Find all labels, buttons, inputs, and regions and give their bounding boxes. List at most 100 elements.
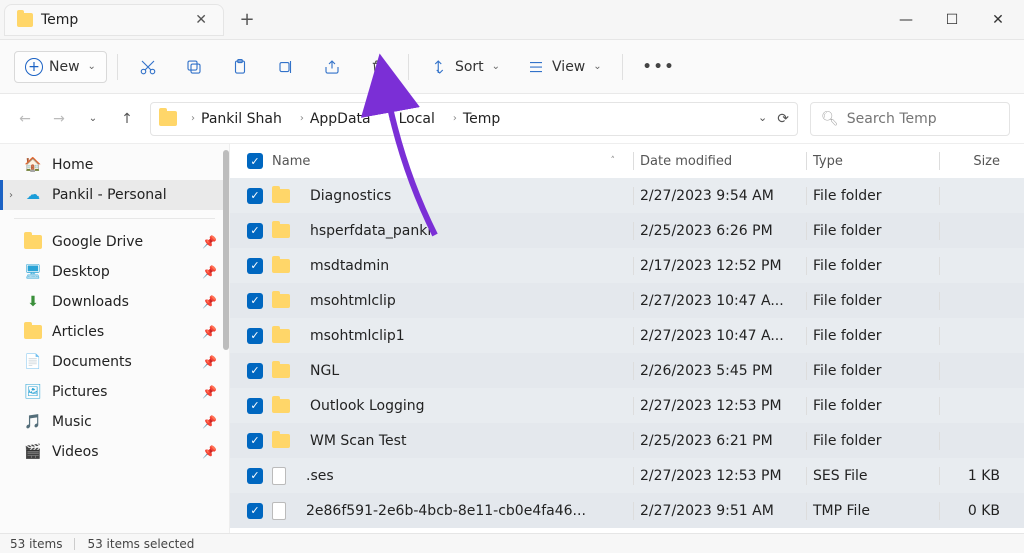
breadcrumb[interactable]: ›AppData [292,111,375,127]
minimize-button[interactable]: — [896,12,916,28]
folder-icon [272,364,290,378]
pin-icon: 📌 [202,265,217,279]
sidebar-onedrive[interactable]: › ☁ Pankil - Personal [0,180,229,210]
share-button[interactable] [312,51,352,83]
chevron-down-icon: ⌄ [593,61,601,72]
file-name: msdtadmin [310,258,389,274]
sidebar-home[interactable]: 🏠 Home [0,150,229,180]
row-checkbox[interactable]: ✓ [247,258,263,274]
file-size: 0 KB [946,503,1016,519]
table-row[interactable]: ✓msdtadmin2/17/2023 12:52 PMFile folder [230,248,1024,283]
copy-button[interactable] [174,51,214,83]
row-checkbox[interactable]: ✓ [247,363,263,379]
view-label: View [552,59,585,75]
view-button[interactable]: View ⌄ [516,51,612,83]
column-date[interactable]: Date modified [640,154,800,169]
row-checkbox[interactable]: ✓ [247,223,263,239]
breadcrumb[interactable]: ›Pankil Shah [183,111,286,127]
close-tab-icon[interactable]: ✕ [191,12,211,28]
column-type[interactable]: Type [813,154,933,169]
file-type: File folder [813,433,933,449]
more-button[interactable]: ••• [633,53,686,81]
new-tab-button[interactable]: + [234,9,260,30]
table-row[interactable]: ✓NGL2/26/2023 5:45 PMFile folder [230,353,1024,388]
address-bar[interactable]: ›Pankil Shah ›AppData ›Local ›Temp ⌄ ⟳ [150,102,798,136]
row-checkbox[interactable]: ✓ [247,433,263,449]
file-name: .ses [306,468,334,484]
sidebar-item[interactable]: Google Drive 📌 [0,227,229,257]
sidebar-item-label: Downloads [52,294,129,310]
file-type: File folder [813,188,933,204]
file-date: 2/27/2023 12:53 PM [640,468,800,484]
file-list: ✓ Name˄ Date modified Type Size ✓Diagnos… [230,144,1024,533]
column-size[interactable]: Size [946,154,1016,169]
dots-icon: ••• [643,59,676,75]
new-button[interactable]: + New ⌄ [14,51,107,83]
file-name: WM Scan Test [310,433,406,449]
crumb-label: Pankil Shah [201,111,282,127]
file-type: File folder [813,258,933,274]
column-label: Size [973,154,1000,169]
clipboard-icon [230,57,250,77]
file-date: 2/27/2023 12:53 PM [640,398,800,414]
sidebar-item-label: Music [52,414,92,430]
row-checkbox[interactable]: ✓ [247,398,263,414]
sidebar-item[interactable]: 📄Documents📌 [0,347,229,377]
search-box[interactable]: 🔍︎ [810,102,1010,136]
pin-icon: 📌 [202,235,217,249]
separator [14,218,215,219]
table-row[interactable]: ✓Outlook Logging2/27/2023 12:53 PMFile f… [230,388,1024,423]
paste-button[interactable] [220,51,260,83]
sidebar-item[interactable]: 🖼Pictures📌 [0,377,229,407]
breadcrumb[interactable]: ›Temp [445,111,504,127]
cut-button[interactable] [128,51,168,83]
sidebar-item[interactable]: 🎵Music📌 [0,407,229,437]
sidebar-item[interactable]: 🖥Desktop📌 [0,257,229,287]
select-all-checkbox[interactable]: ✓ [247,153,263,169]
table-row[interactable]: ✓msohtmlclip12/27/2023 10:47 A...File fo… [230,318,1024,353]
table-row[interactable]: ✓hsperfdata_panki2/25/2023 6:26 PMFile f… [230,213,1024,248]
row-checkbox[interactable]: ✓ [247,293,263,309]
maximize-button[interactable]: ☐ [942,12,962,28]
row-checkbox[interactable]: ✓ [247,188,263,204]
back-button[interactable]: ← [14,111,36,127]
recent-chevron[interactable]: ⌄ [82,113,104,124]
sidebar-item[interactable]: Articles📌 [0,317,229,347]
close-button[interactable]: ✕ [988,12,1008,28]
table-row[interactable]: ✓ WM Scan Test 2/25/2023 6:21 PM File folde… [230,423,1024,458]
rename-button[interactable] [266,51,306,83]
table-row[interactable]: ✓.ses2/27/2023 12:53 PMSES File1 KB [230,458,1024,493]
folder-icon [272,189,290,203]
sidebar-item[interactable]: ⬇Downloads📌 [0,287,229,317]
table-row[interactable]: ✓msohtmlclip2/27/2023 10:47 A...File fol… [230,283,1024,318]
breadcrumb[interactable]: ›Local [381,111,439,127]
delete-button[interactable] [358,51,398,83]
sort-button[interactable]: Sort ⌄ [419,51,510,83]
file-type: File folder [813,223,933,239]
folder-icon [272,329,290,343]
row-checkbox[interactable]: ✓ [247,503,263,519]
row-checkbox[interactable]: ✓ [247,328,263,344]
file-date: 2/27/2023 10:47 A... [640,328,800,344]
file-date: 2/27/2023 10:47 A... [640,293,800,309]
file-name: 2e86f591-2e6b-4bcb-8e11-cb0e4fa46... [306,503,586,519]
file-name: Outlook Logging [310,398,425,414]
column-name[interactable]: Name˄ [272,154,627,169]
search-input[interactable] [847,111,999,127]
table-row[interactable]: ✓2e86f591-2e6b-4bcb-8e11-cb0e4fa46...2/2… [230,493,1024,528]
up-button[interactable]: ↑ [116,111,138,127]
tab-title: Temp [41,12,78,28]
folder-icon [24,324,42,340]
forward-button[interactable]: → [48,111,70,127]
pin-icon: 📌 [202,355,217,369]
sidebar-item-label: Google Drive [52,234,143,250]
scrollbar-thumb[interactable] [223,150,229,350]
file-date: 2/25/2023 6:21 PM [640,433,800,449]
scissors-icon [138,57,158,77]
window-tab[interactable]: Temp ✕ [4,4,224,36]
sidebar-item[interactable]: 🎬Videos📌 [0,437,229,467]
address-dropdown[interactable]: ⌄ [758,111,767,127]
row-checkbox[interactable]: ✓ [247,468,263,484]
refresh-button[interactable]: ⟳ [777,111,789,127]
table-row[interactable]: ✓Diagnostics2/27/2023 9:54 AMFile folder [230,178,1024,213]
